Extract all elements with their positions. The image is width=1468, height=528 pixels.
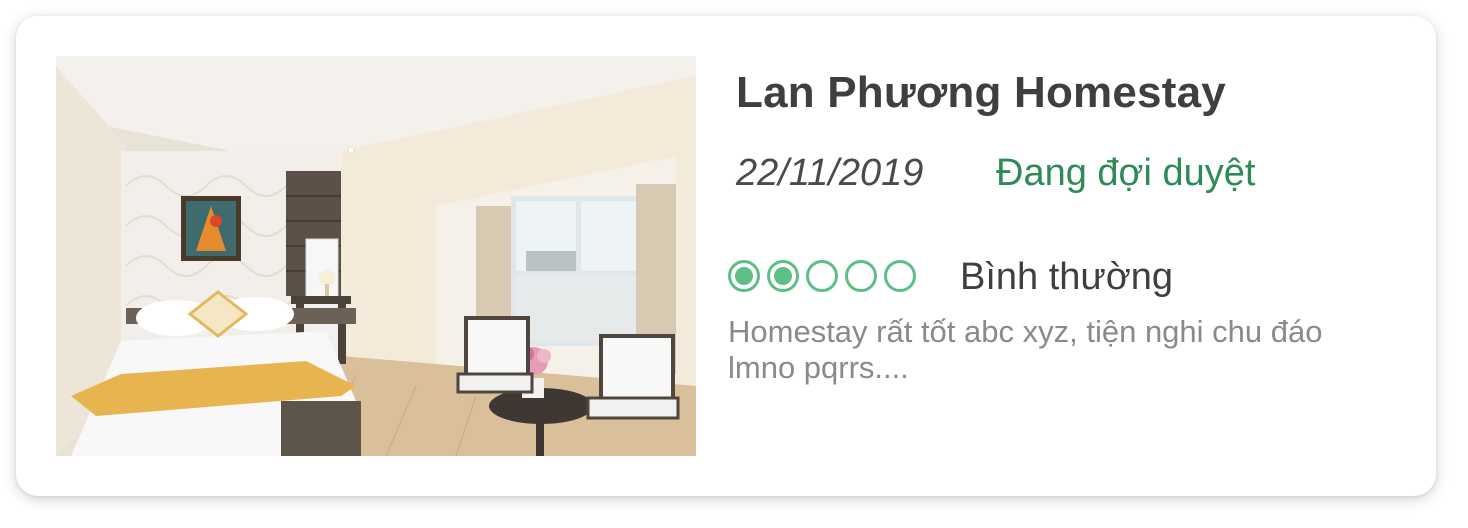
room-photo[interactable] [56, 56, 696, 456]
listing-title[interactable]: Lan Phương Homestay [736, 68, 1226, 118]
hotel-room-photo-icon [56, 56, 696, 456]
empty-rating-bubble-icon [884, 260, 916, 292]
listing-card[interactable]: Lan Phương Homestay 22/11/2019 Đang đợi … [16, 16, 1436, 496]
review-text: Homestay rất tốt abc xyz, tiện nghi chu … [728, 314, 1323, 385]
rating-bubbles [728, 258, 923, 294]
listing-date: 22/11/2019 [736, 152, 924, 194]
empty-rating-bubble-icon [845, 260, 877, 292]
filled-rating-bubble-icon [728, 260, 760, 292]
empty-rating-bubble-icon [806, 260, 838, 292]
filled-rating-bubble-icon [767, 260, 799, 292]
rating-label: Bình thường [960, 256, 1174, 298]
status-badge: Đang đợi duyệt [996, 152, 1256, 194]
